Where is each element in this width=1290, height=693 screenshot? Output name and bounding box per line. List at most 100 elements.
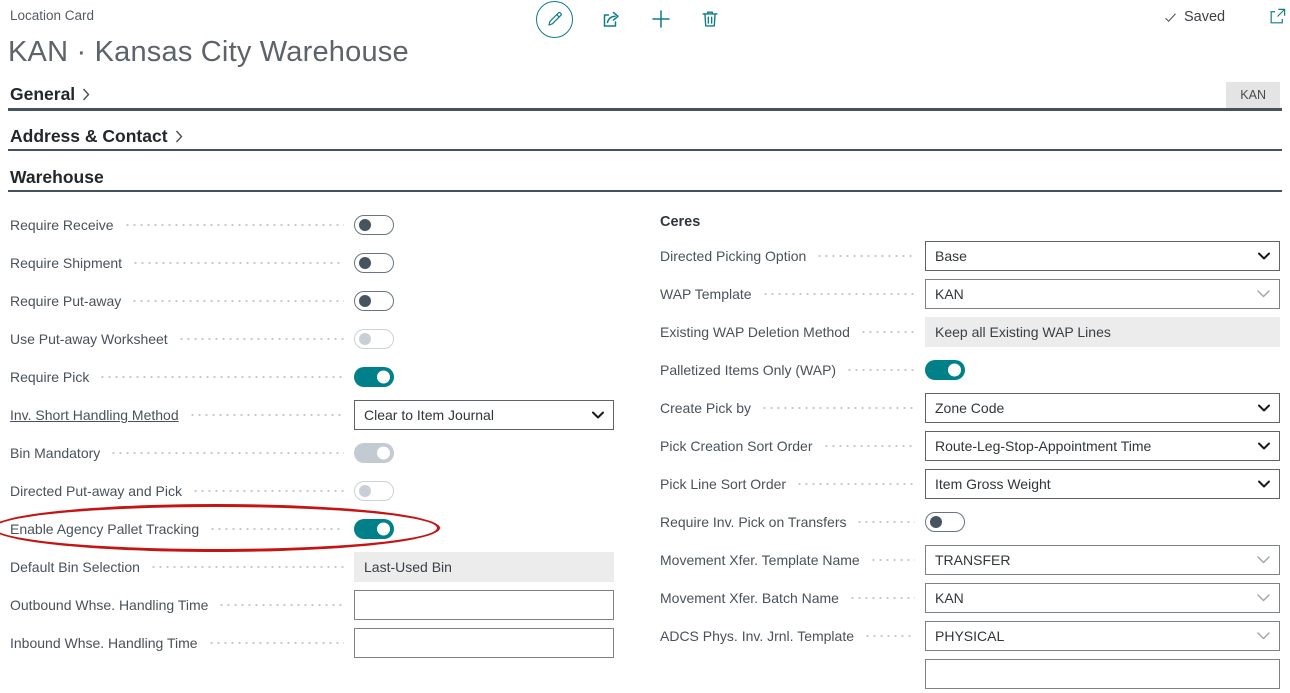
dotted-leader <box>823 445 916 447</box>
dotted-leader <box>870 559 915 561</box>
chevron-down-icon <box>592 406 604 424</box>
field-row-movement-xfer-batch-name: Movement Xfer. Batch Name KAN <box>660 579 1280 617</box>
field-label: Directed Put-away and Pick <box>10 483 186 499</box>
dotted-leader <box>150 566 344 568</box>
dotted-leader <box>762 293 915 295</box>
pick-line-sort-order-select[interactable]: Item Gross Weight <box>925 469 1280 499</box>
field-label: Pick Creation Sort Order <box>660 438 817 454</box>
section-label: General <box>10 84 75 105</box>
lookup-value: KAN <box>935 286 964 302</box>
require-pick-toggle[interactable] <box>354 367 394 387</box>
toggle-knob <box>377 371 390 384</box>
share-icon <box>599 7 623 31</box>
field-label: Inbound Whse. Handling Time <box>10 635 202 651</box>
adcs-phys-inv-jrnl-template-lookup[interactable]: PHYSICAL <box>925 621 1280 651</box>
chevron-down-icon <box>1257 551 1270 569</box>
field-label: Bin Mandatory <box>10 445 104 461</box>
pencil-icon <box>545 10 564 29</box>
toggle-knob <box>930 516 942 528</box>
field-label: Palletized Items Only (WAP) <box>660 362 840 378</box>
dotted-leader <box>796 483 915 485</box>
chevron-down-icon <box>1258 437 1270 455</box>
field-label: Require Pick <box>10 369 93 385</box>
require-put-away-toggle[interactable] <box>354 291 394 311</box>
open-in-new-window-button[interactable] <box>1268 7 1287 31</box>
wap-template-lookup[interactable]: KAN <box>925 279 1280 309</box>
open-in-new-window-icon <box>1268 7 1287 26</box>
require-receive-toggle[interactable] <box>354 215 394 235</box>
dotted-leader <box>860 331 915 333</box>
section-header-warehouse[interactable]: Warehouse <box>10 167 104 188</box>
section-divider <box>8 190 1282 192</box>
section-divider <box>8 108 1282 111</box>
field-label: Directed Picking Option <box>660 248 810 264</box>
field-label: Require Receive <box>10 217 118 233</box>
new-button[interactable] <box>649 7 673 31</box>
field-label: Existing WAP Deletion Method <box>660 324 854 340</box>
movement-xfer-template-name-lookup[interactable]: TRANSFER <box>925 545 1280 575</box>
directed-picking-option-select[interactable]: Base <box>925 241 1280 271</box>
field-row-movement-xfer-template-name: Movement Xfer. Template Name TRANSFER <box>660 541 1280 579</box>
field-label: Outbound Whse. Handling Time <box>10 597 212 613</box>
field-row-require-pick: Require Pick <box>10 358 614 396</box>
toggle-knob <box>377 523 390 536</box>
toggle-knob <box>359 485 371 497</box>
dotted-leader <box>846 369 915 371</box>
edit-button[interactable] <box>536 1 573 38</box>
movement-xfer-batch-name-lookup[interactable]: KAN <box>925 583 1280 613</box>
lookup-value: KAN <box>935 590 964 606</box>
lookup-value: TRANSFER <box>935 552 1010 568</box>
field-row-wap-template: WAP Template KAN <box>660 275 1280 313</box>
share-button[interactable] <box>599 7 623 31</box>
existing-wap-deletion-method-value: Keep all Existing WAP Lines <box>925 317 1280 347</box>
field-row-pick-line-sort-order: Pick Line Sort Order Item Gross Weight <box>660 465 1280 503</box>
chevron-down-icon <box>1258 399 1270 417</box>
chevron-down-icon <box>1257 627 1270 645</box>
field-label: WAP Template <box>660 286 756 302</box>
palletized-items-only-wap-toggle[interactable] <box>925 360 965 380</box>
field-label: Inv. Short Handling Method <box>10 407 183 423</box>
field-row-directed-put-away-and-pick: Directed Put-away and Pick <box>10 472 614 510</box>
dotted-leader <box>209 528 344 530</box>
field-label: Pick Line Sort Order <box>660 476 790 492</box>
toggle-knob <box>359 333 371 345</box>
chevron-down-icon <box>1258 475 1270 493</box>
enable-agency-pallet-tracking-toggle[interactable] <box>354 519 394 539</box>
field-row-bin-mandatory: Bin Mandatory <box>10 434 614 472</box>
bin-mandatory-toggle <box>354 443 394 463</box>
plus-icon <box>649 7 673 31</box>
field-row-existing-wap-deletion-method: Existing WAP Deletion Method Keep all Ex… <box>660 313 1280 351</box>
page-title: KAN · Kansas City Warehouse <box>8 36 409 69</box>
chevron-down-icon <box>1257 589 1270 607</box>
checkmark-icon <box>1163 10 1178 25</box>
use-put-away-worksheet-toggle <box>354 329 394 349</box>
section-label: Address & Contact <box>10 126 168 147</box>
field-label: ADCS Phys. Inv. Jrnl. Template <box>660 628 858 644</box>
create-pick-by-select[interactable]: Zone Code <box>925 393 1280 423</box>
trash-icon <box>699 8 721 30</box>
pick-creation-sort-order-select[interactable]: Route-Leg-Stop-Appointment Time <box>925 431 1280 461</box>
outbound-whse-handling-time-input[interactable] <box>354 590 614 620</box>
require-shipment-toggle[interactable] <box>354 253 394 273</box>
require-inv-pick-on-transfers-toggle[interactable] <box>925 512 965 532</box>
delete-button[interactable] <box>699 8 721 30</box>
field-label: Require Inv. Pick on Transfers <box>660 514 850 530</box>
select-value: Clear to Item Journal <box>364 407 494 423</box>
save-status-label: Saved <box>1184 9 1225 25</box>
field-row-default-bin-selection: Default Bin Selection Last-Used Bin <box>10 548 614 586</box>
inbound-whse-handling-time-input[interactable] <box>354 628 614 658</box>
dotted-leader <box>864 635 915 637</box>
field-row-adcs-phys-inv-jrnl-template: ADCS Phys. Inv. Jrnl. Template PHYSICAL <box>660 617 1280 655</box>
field-label: Require Put-away <box>10 293 125 309</box>
partial-field-box[interactable] <box>925 659 1280 689</box>
field-row-require-receive: Require Receive <box>10 206 614 244</box>
inv-short-handling-method-select[interactable]: Clear to Item Journal <box>354 400 614 430</box>
toggle-knob <box>359 219 371 231</box>
field-row-directed-picking-option: Directed Picking Option Base <box>660 237 1280 275</box>
section-header-general[interactable]: General <box>10 84 90 105</box>
dotted-leader <box>124 224 345 226</box>
toggle-knob <box>377 447 390 460</box>
section-header-address-contact[interactable]: Address & Contact <box>10 126 183 147</box>
chevron-down-icon <box>1258 247 1270 265</box>
field-label: Default Bin Selection <box>10 559 144 575</box>
